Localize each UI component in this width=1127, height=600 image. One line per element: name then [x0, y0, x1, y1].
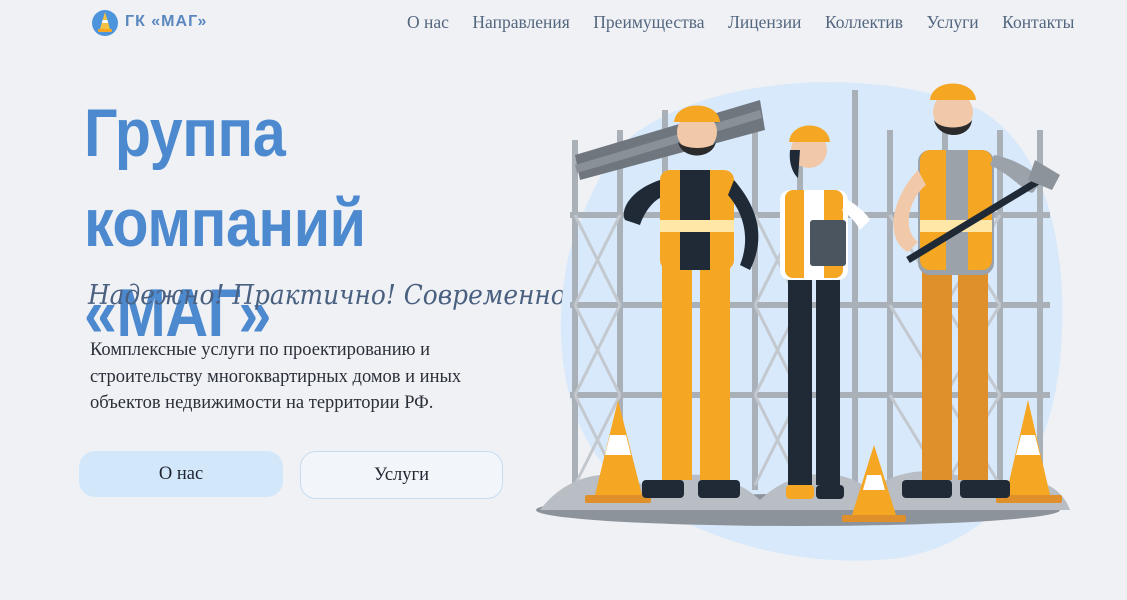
- nav-item-contacts[interactable]: Контакты: [1002, 12, 1074, 33]
- nav-item-directions[interactable]: Направления: [472, 12, 569, 33]
- nav-item-licenses[interactable]: Лицензии: [728, 12, 801, 33]
- construction-workers-illustration: [536, 82, 1070, 561]
- hero-title: Группа компаний «МАГ»: [84, 88, 493, 358]
- hero-title-line1: Группа компаний: [84, 95, 366, 261]
- traffic-cone-icon: [92, 10, 118, 36]
- nav-item-about[interactable]: О нас: [407, 12, 449, 33]
- logo[interactable]: ГК «МАГ»: [91, 7, 207, 37]
- about-button[interactable]: О нас: [79, 451, 283, 497]
- nav-item-team[interactable]: Коллектив: [825, 12, 903, 33]
- services-button[interactable]: Услуги: [300, 451, 503, 499]
- logo-text: ГК «МАГ»: [125, 13, 208, 30]
- main-nav: О нас Направления Преимущества Лицензии …: [407, 12, 1098, 33]
- hero-tagline: Надежно! Практично! Современно!: [88, 280, 576, 311]
- hero-description: Комплексные услуги по проектированию и с…: [90, 340, 462, 413]
- nav-item-services[interactable]: Услуги: [927, 12, 979, 33]
- nav-item-advantages[interactable]: Преимущества: [593, 12, 704, 33]
